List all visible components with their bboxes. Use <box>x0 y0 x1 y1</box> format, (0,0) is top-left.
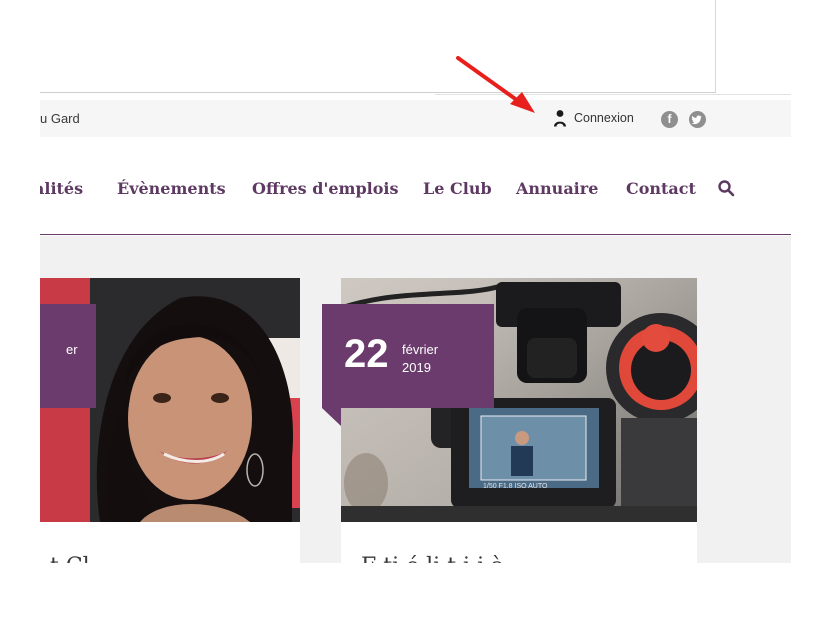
svg-text:1/50 F1.8 ISO AUTO: 1/50 F1.8 ISO AUTO <box>483 483 548 490</box>
login-label: Connexion <box>574 111 634 125</box>
top-info-bar: u Gard Connexion f <box>40 100 791 137</box>
nav-item-actualites[interactable]: alités <box>40 179 83 198</box>
login-link[interactable]: Connexion <box>553 109 634 127</box>
date-badge: 22 février 2019 <box>322 304 494 408</box>
site-region-text: u Gard <box>40 111 80 126</box>
person-icon <box>554 110 566 127</box>
nav-item-contact[interactable]: Contact <box>626 179 696 198</box>
card-title[interactable]: F ti é li t i i à <box>361 554 504 563</box>
date-badge: er <box>40 304 96 408</box>
browser-viewport: u Gard Connexion f alités Évènements Off… <box>40 0 791 563</box>
nav-item-offres-emplois[interactable]: Offres d'emplois <box>252 179 398 198</box>
date-day: 22 <box>344 332 389 376</box>
twitter-bird-icon <box>691 115 702 125</box>
date-year: 2019 <box>402 360 431 375</box>
news-grid: t Cl <box>40 236 791 563</box>
nav-item-le-club[interactable]: Le Club <box>423 179 492 198</box>
facebook-icon[interactable]: f <box>661 111 678 128</box>
address-bar[interactable] <box>40 0 716 93</box>
search-icon[interactable] <box>717 179 735 197</box>
badge-fold <box>322 408 341 426</box>
main-navigation: alités Évènements Offres d'emplois Le Cl… <box>40 137 791 235</box>
date-month: février <box>402 342 439 357</box>
twitter-icon[interactable] <box>689 111 706 128</box>
date-month: er <box>66 342 78 357</box>
nav-item-evenements[interactable]: Évènements <box>117 179 226 198</box>
card-title[interactable]: t Cl <box>50 554 90 563</box>
nav-item-annuaire[interactable]: Annuaire <box>516 179 598 198</box>
